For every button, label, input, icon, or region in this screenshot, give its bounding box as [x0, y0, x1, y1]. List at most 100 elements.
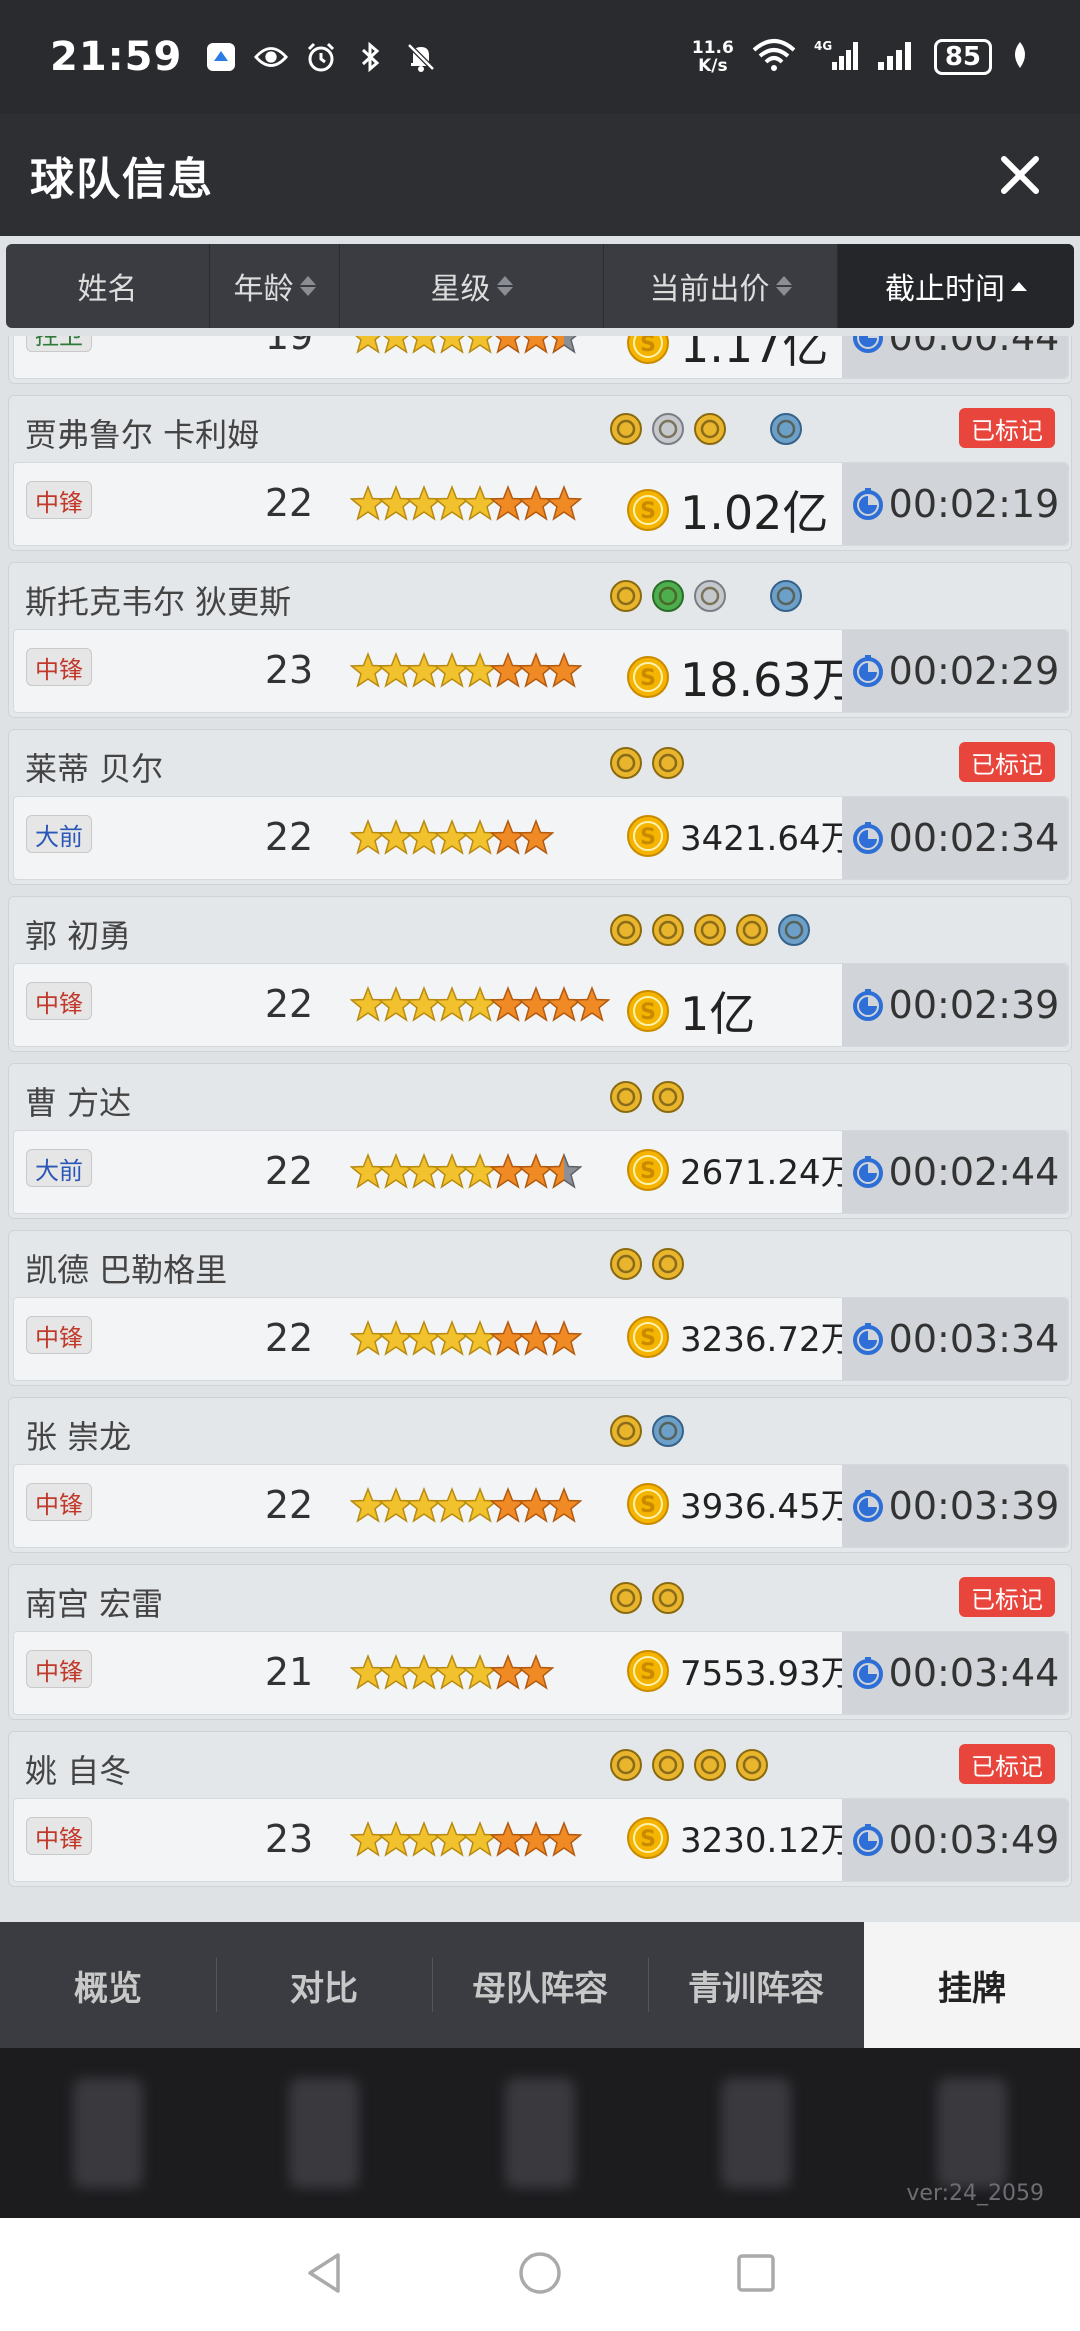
- player-card[interactable]: 南宫 宏雷 已标记 中锋 21 S 7553.93万 00:03:44: [8, 1564, 1072, 1720]
- current-bid: S 18.63万: [626, 644, 858, 710]
- column-header-deadline[interactable]: 截止时间: [838, 244, 1074, 328]
- player-badges: [609, 1581, 685, 1615]
- column-header-age[interactable]: 年龄: [210, 244, 340, 328]
- current-bid: S 3936.45万: [626, 1479, 855, 1528]
- marked-tag: 已标记: [959, 1577, 1055, 1617]
- position-tag: 大前: [26, 815, 92, 853]
- recents-square-icon: [737, 2253, 775, 2292]
- bid-amount: 3936.45万: [680, 1487, 855, 1527]
- player-badges: [609, 1414, 685, 1448]
- player-card[interactable]: 斯托克韦尔 狄更斯中锋 23 S 18.63万 00:02:29: [8, 562, 1072, 718]
- player-card[interactable]: 张 崇龙 中锋 22 S 3936.45万 00:03:39: [8, 1397, 1072, 1553]
- sort-arrows-icon: [299, 276, 316, 296]
- gold-badge-icon: [609, 746, 643, 780]
- orange-star-icon: [517, 1653, 555, 1692]
- player-card-header: 曹 方达: [9, 1064, 1071, 1130]
- eye-icon: [254, 40, 289, 74]
- player-card-stats: 中锋 23 S 18.63万 00:02:29: [13, 629, 1069, 713]
- column-header-stars[interactable]: 星级: [340, 244, 604, 328]
- player-card-header: 南宫 宏雷 已标记: [9, 1565, 1071, 1631]
- battery-indicator: 85: [933, 39, 992, 75]
- gold-badge-icon: [651, 913, 685, 947]
- gold-badge-icon: [735, 1748, 769, 1782]
- table-header-wrap: 姓名 年龄 星级 当前出价 截止时间: [0, 236, 1080, 336]
- player-card[interactable]: 郭 初勇 中锋 22 S 1亿 00:02:39: [8, 896, 1072, 1052]
- position-tag: 中锋: [26, 1483, 92, 1521]
- coin-icon: S: [626, 1148, 670, 1192]
- player-card[interactable]: 姚 自冬 已标记 中锋 23 S 3230.12万 00:03:49: [8, 1731, 1072, 1887]
- current-bid: S 3230.12万: [626, 1813, 855, 1862]
- gold-badge-icon: [651, 1247, 685, 1281]
- player-card[interactable]: 凯德 巴勒格里 中锋 22 S 3236.72万 00:03:34: [8, 1230, 1072, 1386]
- player-badges: [609, 746, 685, 780]
- star-rating: [349, 651, 583, 690]
- back-button[interactable]: [302, 2249, 346, 2301]
- deadline-timer: 00:02:44: [842, 1131, 1068, 1213]
- player-card-stats: 中锋 23 S 3230.12万 00:03:49: [13, 1798, 1069, 1882]
- star-rating: [349, 484, 583, 523]
- player-name: 姚 自冬: [25, 1752, 132, 1790]
- column-header-name[interactable]: 姓名: [6, 244, 210, 328]
- player-name: 斯托克韦尔 狄更斯: [25, 583, 292, 621]
- gold-badge-icon: [609, 412, 643, 446]
- tab-1[interactable]: 对比: [216, 1922, 432, 2048]
- player-card-stats: 大前 22 S 3421.64万 00:02:34: [13, 796, 1069, 880]
- player-card-stats: 中锋 22 S 3936.45万 00:03:39: [13, 1464, 1069, 1548]
- player-list[interactable]: 控卫19S1.17亿00:00:44贾弗鲁尔 卡利姆已标记中锋22S1.02亿0…: [0, 336, 1080, 1922]
- coin-icon: S: [626, 814, 670, 858]
- current-bid: S 3421.64万: [626, 811, 855, 860]
- star-rating: [349, 818, 555, 857]
- star-rating: [349, 1319, 583, 1358]
- player-card[interactable]: 曹 方达 大前 22 S 2671.24万 00:02:44: [8, 1063, 1072, 1219]
- current-bid: S 1.02亿: [626, 477, 828, 543]
- close-icon: [1001, 156, 1039, 194]
- player-card-header: 张 崇龙: [9, 1398, 1071, 1464]
- deadline-timer: 00:02:39: [842, 964, 1068, 1046]
- home-button[interactable]: [516, 2249, 564, 2301]
- tab-0[interactable]: 概览: [0, 1922, 216, 2048]
- bid-amount: 7553.93万: [680, 1654, 855, 1694]
- coin-icon: S: [626, 1315, 670, 1359]
- deadline-timer: 00:02:19: [842, 463, 1068, 545]
- player-card[interactable]: 控卫 19 S 1.17亿 00:00:44: [8, 336, 1072, 384]
- svg-text:S: S: [640, 1660, 656, 1685]
- orange-star-icon: [573, 985, 611, 1024]
- bid-amount: 1.02亿: [680, 486, 829, 540]
- status-icons-left: [204, 40, 438, 74]
- svg-text:S: S: [640, 1159, 656, 1184]
- current-bid: S 1亿: [626, 978, 755, 1044]
- coin-icon: S: [626, 488, 670, 532]
- player-card-stats: 大前 22 S 2671.24万 00:02:44: [13, 1130, 1069, 1214]
- current-bid: S 3236.72万: [626, 1312, 855, 1361]
- gold-badge-icon: [735, 913, 769, 947]
- player-card[interactable]: 莱蒂 贝尔 已标记 大前 22 S 3421.64万 00:02:34: [8, 729, 1072, 885]
- player-age: 22: [264, 1316, 314, 1360]
- position-tag: 大前: [26, 1149, 92, 1187]
- tab-4[interactable]: 挂牌: [864, 1922, 1080, 2048]
- tab-2[interactable]: 母队阵容: [432, 1922, 648, 2048]
- time-remaining: 00:03:34: [888, 1317, 1060, 1361]
- gold-badge-icon: [609, 1748, 643, 1782]
- gold-badge-icon: [609, 579, 643, 613]
- player-card-header: 贾弗鲁尔 卡利姆 已标记: [9, 396, 1071, 462]
- timer-icon: [851, 821, 885, 855]
- player-card-stats: 中锋 22 S 1亿 00:02:39: [13, 963, 1069, 1047]
- gold-badge-icon: [651, 746, 685, 780]
- player-badges: [609, 579, 803, 613]
- player-card[interactable]: 贾弗鲁尔 卡利姆 已标记 中锋 22 S 1.02亿 00:02:19: [8, 395, 1072, 551]
- player-age: 22: [264, 1149, 314, 1193]
- column-header-price[interactable]: 当前出价: [604, 244, 838, 328]
- tab-3[interactable]: 青训阵容: [648, 1922, 864, 2048]
- status-icons-right: 11.6 K/s 4G 85: [692, 38, 1030, 76]
- net-speed-unit: K/s: [698, 56, 728, 76]
- blue-badge-icon: [769, 412, 803, 446]
- player-name: 莱蒂 贝尔: [25, 750, 164, 788]
- gold-badge-icon: [609, 1414, 643, 1448]
- orange-star-icon: [545, 1319, 583, 1358]
- column-header-label: 截止时间: [885, 272, 1005, 307]
- recents-button[interactable]: [734, 2251, 778, 2299]
- svg-text:S: S: [640, 1827, 656, 1852]
- timer-icon: [851, 1489, 885, 1523]
- close-button[interactable]: [990, 145, 1050, 205]
- player-name: 南宫 宏雷: [25, 1585, 164, 1623]
